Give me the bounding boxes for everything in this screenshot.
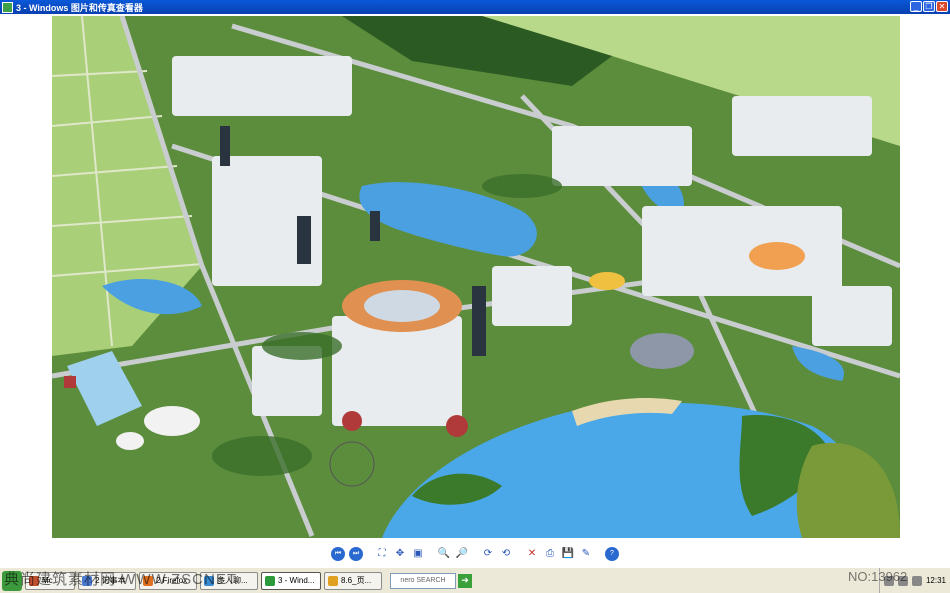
help-button[interactable]: ?: [605, 546, 619, 561]
minimize-button[interactable]: _: [910, 1, 922, 12]
previous-image-button[interactable]: ⏮: [331, 546, 345, 561]
taskbar-item[interactable]: 多人聊...: [200, 571, 258, 590]
firefox-icon: [143, 575, 153, 586]
app-icon: [29, 575, 39, 586]
system-tray: 12:31: [878, 568, 950, 593]
print-button[interactable]: ⎙: [543, 547, 557, 561]
taskbar-item[interactable]: 2 Firefox: [139, 571, 197, 590]
title-bar: 3 - Windows 图片和传真查看器 _ ❐ ✕: [0, 0, 950, 14]
taskbar-item-label: Mc: [42, 576, 53, 585]
taskbar-item-label: 2 Firefox: [156, 576, 188, 585]
viewer-toolbar: ⏮ ⏭ ⛶ ✥ ▣ 🔍 🔎 ⟳ ⟲ ✕ ⎙ 💾 ✎ ?: [0, 540, 950, 567]
taskbar-item[interactable]: 8.6_页...: [324, 571, 382, 590]
taskbar: Mc 2 记事本 2 Firefox 多人聊... 3 - Wind... 8.…: [0, 567, 950, 593]
toolbar-separator: [597, 547, 601, 561]
taskbar-item[interactable]: 2 记事本: [78, 571, 136, 590]
taskbar-item[interactable]: Mc: [25, 571, 75, 590]
tray-icon[interactable]: [883, 575, 894, 586]
chat-icon: [204, 575, 214, 586]
start-button[interactable]: [2, 570, 22, 591]
actual-size-button[interactable]: ✥: [393, 547, 407, 561]
next-image-button[interactable]: ⏭: [349, 546, 363, 561]
taskbar-item-label: 8.6_页...: [341, 576, 372, 585]
delete-button[interactable]: ✕: [525, 547, 539, 561]
tray-icon[interactable]: [897, 575, 908, 586]
toolbar-separator: [517, 547, 521, 561]
zoom-in-button[interactable]: 🔍: [437, 547, 451, 561]
slideshow-button[interactable]: ▣: [411, 547, 425, 561]
clock[interactable]: 12:31: [926, 576, 946, 585]
image-viewer-app-icon: [2, 1, 13, 13]
save-button[interactable]: 💾: [561, 547, 575, 561]
image-viewer-area: [0, 14, 950, 540]
browser-icon: [328, 575, 338, 586]
rotate-counterclockwise-button[interactable]: ⟲: [499, 547, 513, 561]
notepad-icon: [82, 575, 92, 586]
rotate-clockwise-button[interactable]: ⟳: [481, 547, 495, 561]
window-title: 3 - Windows 图片和传真查看器: [16, 2, 143, 13]
edit-button[interactable]: ✎: [579, 547, 593, 561]
toolbar-separator: [429, 547, 433, 561]
tray-icon[interactable]: [911, 575, 922, 586]
toolbar-separator: [473, 547, 477, 561]
toolbar-separator: [367, 547, 371, 561]
nero-search-box[interactable]: nero SEARCH: [390, 572, 456, 589]
best-fit-button[interactable]: ⛶: [375, 547, 389, 561]
taskbar-item-label: 多人聊...: [217, 576, 248, 585]
search-go-button[interactable]: ➜: [458, 573, 472, 588]
zoom-out-button[interactable]: 🔎: [455, 547, 469, 561]
close-button[interactable]: ✕: [936, 1, 948, 12]
city-plan-aerial-image: [52, 16, 900, 538]
taskbar-item-label: 2 记事本: [95, 576, 126, 585]
taskbar-item-label: 3 - Wind...: [278, 576, 315, 585]
image-viewer-icon: [265, 575, 275, 586]
taskbar-item-active[interactable]: 3 - Wind...: [261, 571, 321, 590]
maximize-button[interactable]: ❐: [923, 1, 935, 12]
